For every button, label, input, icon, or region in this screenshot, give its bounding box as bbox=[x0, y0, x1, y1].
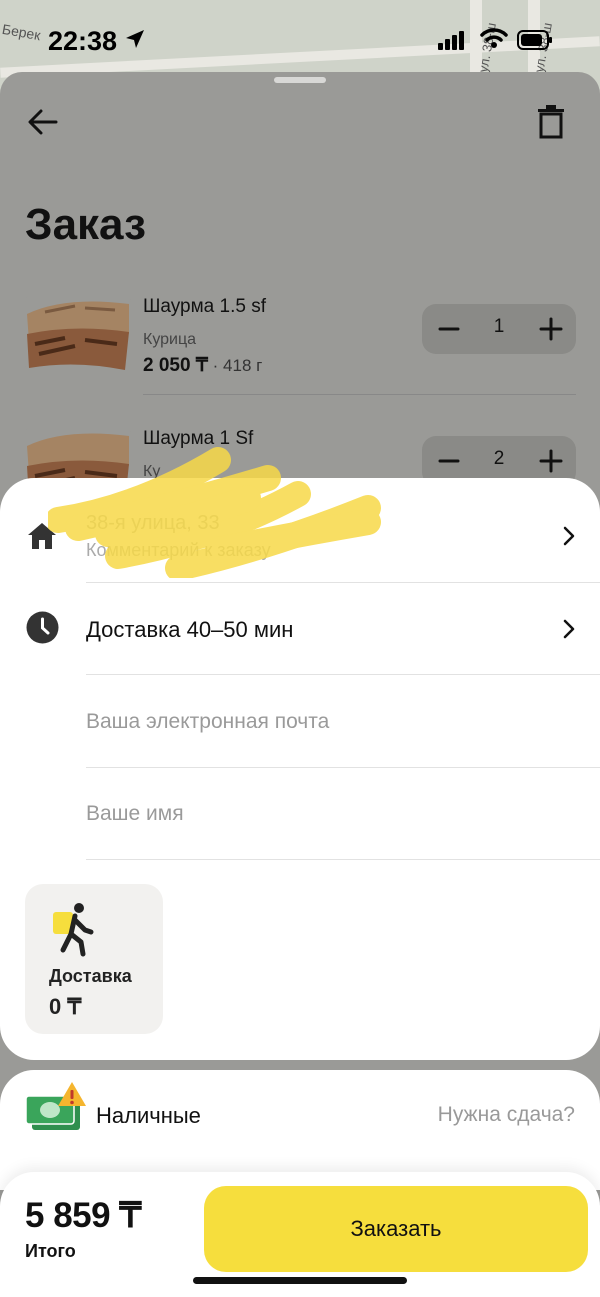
payment-method-label: Наличные bbox=[96, 1103, 201, 1128]
need-change-link[interactable]: Нужна сдача? bbox=[438, 1103, 575, 1127]
clock-icon bbox=[26, 611, 59, 644]
cellular-signal-icon bbox=[438, 31, 464, 50]
page-title: Заказ bbox=[25, 200, 146, 249]
redaction-scribble bbox=[48, 447, 381, 578]
item-price-value: 2 050 ₸ bbox=[143, 355, 208, 376]
item-photo bbox=[25, 294, 131, 372]
delivery-option-price: 0 ₸ bbox=[49, 994, 82, 1019]
cash-icon bbox=[25, 1082, 86, 1130]
delivery-option-label: Доставка bbox=[49, 966, 132, 986]
plus-icon[interactable] bbox=[536, 314, 566, 344]
back-arrow-icon[interactable] bbox=[26, 106, 60, 138]
item-name: Шаурма 1.5 sf bbox=[143, 296, 266, 317]
home-indicator[interactable] bbox=[193, 1277, 407, 1284]
quantity-stepper: 1 bbox=[422, 304, 576, 354]
checkout-bar: 5 859 ₸ Итого Заказать bbox=[0, 1172, 600, 1297]
delivery-time-row[interactable]: Доставка 40–50 мин bbox=[0, 583, 600, 674]
trash-icon[interactable] bbox=[536, 104, 566, 140]
order-total-label: Итого bbox=[25, 1241, 76, 1261]
item-modifier: Курица bbox=[143, 331, 197, 348]
email-field[interactable]: Ваша электронная почта bbox=[86, 710, 329, 734]
order-total: 5 859 ₸ bbox=[25, 1196, 142, 1235]
address-row[interactable]: 38-я улица, 33 Комментарий к заказу bbox=[0, 447, 600, 582]
wifi-icon bbox=[480, 28, 508, 48]
place-order-button[interactable]: Заказать bbox=[204, 1186, 588, 1272]
divider bbox=[86, 767, 600, 768]
order-details-card: 38-я улица, 33 Комментарий к заказу Дост… bbox=[0, 447, 600, 1060]
divider bbox=[86, 674, 600, 675]
delivery-time-label: Доставка 40–50 мин bbox=[86, 617, 294, 642]
status-bar: 22:38 bbox=[0, 0, 600, 80]
order-item: Шаурма 1.5 sf Курица 2 050 ₸ · 418 г 1 bbox=[0, 294, 600, 404]
status-time: 22:38 bbox=[48, 26, 118, 56]
divider bbox=[86, 859, 600, 860]
plus-icon[interactable] bbox=[536, 446, 566, 476]
chevron-right-icon bbox=[563, 619, 575, 639]
battery-icon bbox=[517, 30, 552, 50]
delivery-option-tile[interactable]: Доставка 0 ₸ bbox=[25, 884, 163, 1034]
item-weight: · 418 г bbox=[207, 356, 263, 375]
item-divider bbox=[143, 394, 576, 395]
location-arrow-icon bbox=[126, 30, 144, 48]
courier-walking-icon bbox=[53, 903, 94, 957]
item-price: 2 050 ₸ · 418 г bbox=[143, 354, 262, 377]
chevron-right-icon bbox=[563, 526, 575, 546]
name-field[interactable]: Ваше имя bbox=[86, 802, 184, 826]
